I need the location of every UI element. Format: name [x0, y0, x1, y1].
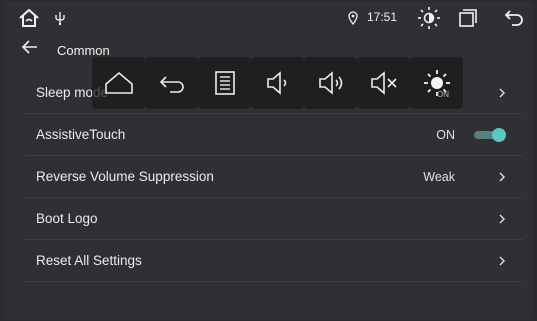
back-icon[interactable]: [504, 9, 524, 27]
setting-label: Reverse Volume Suppression: [36, 169, 214, 184]
setting-boot-logo[interactable]: Boot Logo: [26, 198, 523, 240]
setting-label: Reset All Settings: [36, 253, 142, 268]
setting-value: Weak: [423, 169, 455, 184]
quick-menu-button[interactable]: [198, 57, 251, 109]
brightness-icon[interactable]: [417, 6, 441, 30]
list-menu-icon: [214, 71, 235, 95]
arrow-left-icon[interactable]: [22, 40, 38, 54]
quick-home-button[interactable]: [92, 57, 145, 109]
assistivetouch-toggle[interactable]: [473, 127, 507, 143]
chevron-right-icon: [499, 255, 506, 266]
setting-reverse-volume-suppression[interactable]: Reverse Volume Suppression Weak: [26, 156, 523, 198]
quick-back-button[interactable]: [145, 57, 198, 109]
location-icon: [348, 11, 358, 25]
usb-icon: [55, 12, 65, 26]
clock-time: 17:51: [367, 10, 398, 24]
chevron-right-icon: [499, 213, 506, 224]
chevron-right-icon: [499, 171, 506, 182]
quick-mute-button[interactable]: [357, 57, 410, 109]
home-outline-icon: [104, 71, 133, 94]
quick-volume-up-button[interactable]: [304, 57, 357, 109]
recent-apps-icon[interactable]: [458, 8, 478, 28]
setting-label: Boot Logo: [36, 211, 98, 226]
page-title: Common: [57, 43, 110, 58]
chevron-right-icon: [499, 87, 506, 98]
status-bar: 17:51: [4, 2, 533, 34]
quick-brightness-button[interactable]: ON: [410, 57, 463, 109]
settings-screen: 17:51 Common Sleep mode AssistiveTouch O…: [4, 2, 533, 319]
assistive-quick-bar: ON: [92, 57, 463, 109]
home-icon[interactable]: [18, 7, 40, 29]
setting-reset-all-settings[interactable]: Reset All Settings: [26, 240, 523, 282]
volume-mute-icon: [370, 71, 397, 95]
quick-volume-down-button[interactable]: [251, 57, 304, 109]
back-arrow-icon: [159, 76, 184, 93]
setting-value: ON: [436, 127, 455, 142]
setting-label: AssistiveTouch: [36, 127, 126, 142]
volume-down-icon: [266, 71, 286, 95]
brightness-badge: ON: [437, 90, 449, 99]
volume-up-icon: [318, 71, 342, 95]
setting-assistivetouch[interactable]: AssistiveTouch ON: [26, 114, 523, 156]
